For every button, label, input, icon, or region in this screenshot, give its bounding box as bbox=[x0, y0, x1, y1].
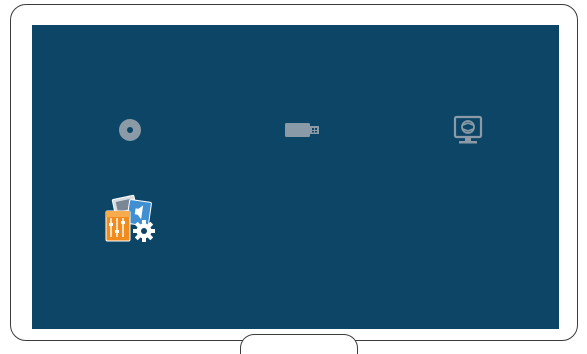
disc-icon bbox=[119, 119, 141, 141]
menu-item-disc[interactable] bbox=[116, 116, 144, 144]
tv-screen bbox=[32, 25, 559, 329]
menu-item-settings[interactable] bbox=[100, 193, 162, 249]
usb-drive-icon bbox=[285, 123, 319, 137]
tv-stand bbox=[240, 334, 358, 354]
settings-icon bbox=[105, 194, 155, 242]
screen-mirroring-icon bbox=[453, 115, 483, 144]
menu-item-screen-mirroring[interactable] bbox=[451, 114, 487, 148]
menu-item-usb[interactable] bbox=[284, 120, 322, 140]
